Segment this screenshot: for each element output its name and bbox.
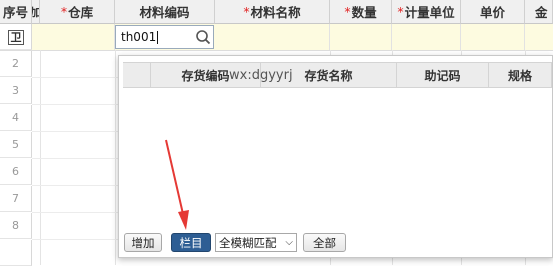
row-number-cell: 3 bbox=[0, 78, 32, 104]
add-button-label: 增加 bbox=[131, 235, 155, 250]
row-number: 8 bbox=[12, 219, 19, 232]
columns-button-label: 栏目 bbox=[179, 235, 203, 250]
popup-col-header-label: 助记码 bbox=[424, 68, 461, 83]
col-header-add[interactable]: 加 bbox=[32, 0, 40, 24]
col-header-index[interactable]: 序号 bbox=[0, 0, 32, 24]
grid-cell[interactable] bbox=[40, 24, 115, 50]
col-header-label: 材料编码 bbox=[139, 5, 190, 20]
row-number-cell: 8 bbox=[0, 213, 32, 239]
row-number-cell: 2 bbox=[0, 51, 32, 77]
grid-cell[interactable] bbox=[330, 24, 392, 50]
col-header-material-code[interactable]: 材料编码 bbox=[115, 0, 215, 24]
match-mode-value: 全模糊匹配 bbox=[219, 235, 277, 250]
add-button[interactable]: 增加 bbox=[124, 233, 162, 252]
row-number: 2 bbox=[12, 57, 19, 70]
col-header-label: 材料名称 bbox=[250, 5, 301, 20]
row-number-cell bbox=[0, 240, 32, 266]
popup-col-header-label: 规格 bbox=[507, 68, 532, 83]
watermark-text: wx:dgyyrj bbox=[229, 68, 293, 83]
required-star: * bbox=[397, 4, 404, 19]
row-number-cell: 5 bbox=[0, 132, 32, 158]
popup-col-header-mnemonic[interactable]: 助记码 bbox=[397, 62, 489, 88]
row-number-cell: 4 bbox=[0, 105, 32, 131]
grid-cell[interactable] bbox=[461, 24, 525, 50]
required-star: * bbox=[60, 4, 68, 19]
all-button[interactable]: 全部 bbox=[303, 233, 346, 252]
popup-col-header-label: 存货编码 bbox=[181, 68, 230, 83]
popup-col-header-select[interactable] bbox=[123, 62, 151, 88]
popup-col-header-label: 存货名称 bbox=[304, 68, 353, 83]
col-header-quantity[interactable]: * 数量 bbox=[330, 0, 392, 24]
row-number-cell: 6 bbox=[0, 159, 32, 185]
required-star: * bbox=[243, 4, 250, 19]
col-header-label: 单价 bbox=[479, 5, 505, 20]
col-header-amount[interactable]: 金 bbox=[525, 0, 553, 24]
col-header-label: 计量单位 bbox=[404, 5, 455, 20]
row-number: 3 bbox=[12, 84, 19, 97]
text-caret bbox=[157, 30, 159, 44]
grid-cell[interactable] bbox=[215, 24, 330, 50]
col-header-material-name[interactable]: * 材料名称 bbox=[215, 0, 330, 24]
inventory-reference-popup: 存货编码 存货名称 助记码 规格 wx:dgyyrj 增加 栏目 全模糊匹配 ⌵… bbox=[118, 55, 553, 258]
row-number: 6 bbox=[12, 165, 19, 178]
row-gadget-icon[interactable]: 卫 bbox=[8, 30, 24, 45]
col-header-unit[interactable]: * 计量单位 bbox=[392, 0, 461, 24]
row-number: 7 bbox=[12, 192, 19, 205]
col-header-label: 序号 bbox=[2, 5, 28, 20]
columns-button[interactable]: 栏目 bbox=[171, 233, 211, 252]
row-number: 5 bbox=[12, 138, 19, 151]
grid-cell[interactable] bbox=[392, 24, 461, 50]
col-header-label: 加 bbox=[32, 4, 39, 20]
chevron-down-icon: ⌵ bbox=[285, 237, 293, 248]
search-icon[interactable] bbox=[195, 29, 211, 45]
all-button-label: 全部 bbox=[313, 235, 336, 250]
row-number-cell: 7 bbox=[0, 186, 32, 212]
popup-col-header-spec[interactable]: 规格 bbox=[489, 62, 552, 88]
col-header-unit-price[interactable]: 单价 bbox=[461, 0, 525, 24]
col-header-label: 金 bbox=[535, 5, 548, 20]
col-header-label: 数量 bbox=[351, 5, 377, 20]
col-header-warehouse[interactable]: * 仓库 bbox=[40, 0, 115, 24]
match-mode-select[interactable]: 全模糊匹配 ⌵ bbox=[215, 233, 297, 252]
row-number: 4 bbox=[12, 111, 19, 124]
material-code-value: th001 bbox=[121, 30, 157, 44]
required-star: * bbox=[344, 4, 351, 19]
col-header-label: 仓库 bbox=[68, 5, 94, 20]
